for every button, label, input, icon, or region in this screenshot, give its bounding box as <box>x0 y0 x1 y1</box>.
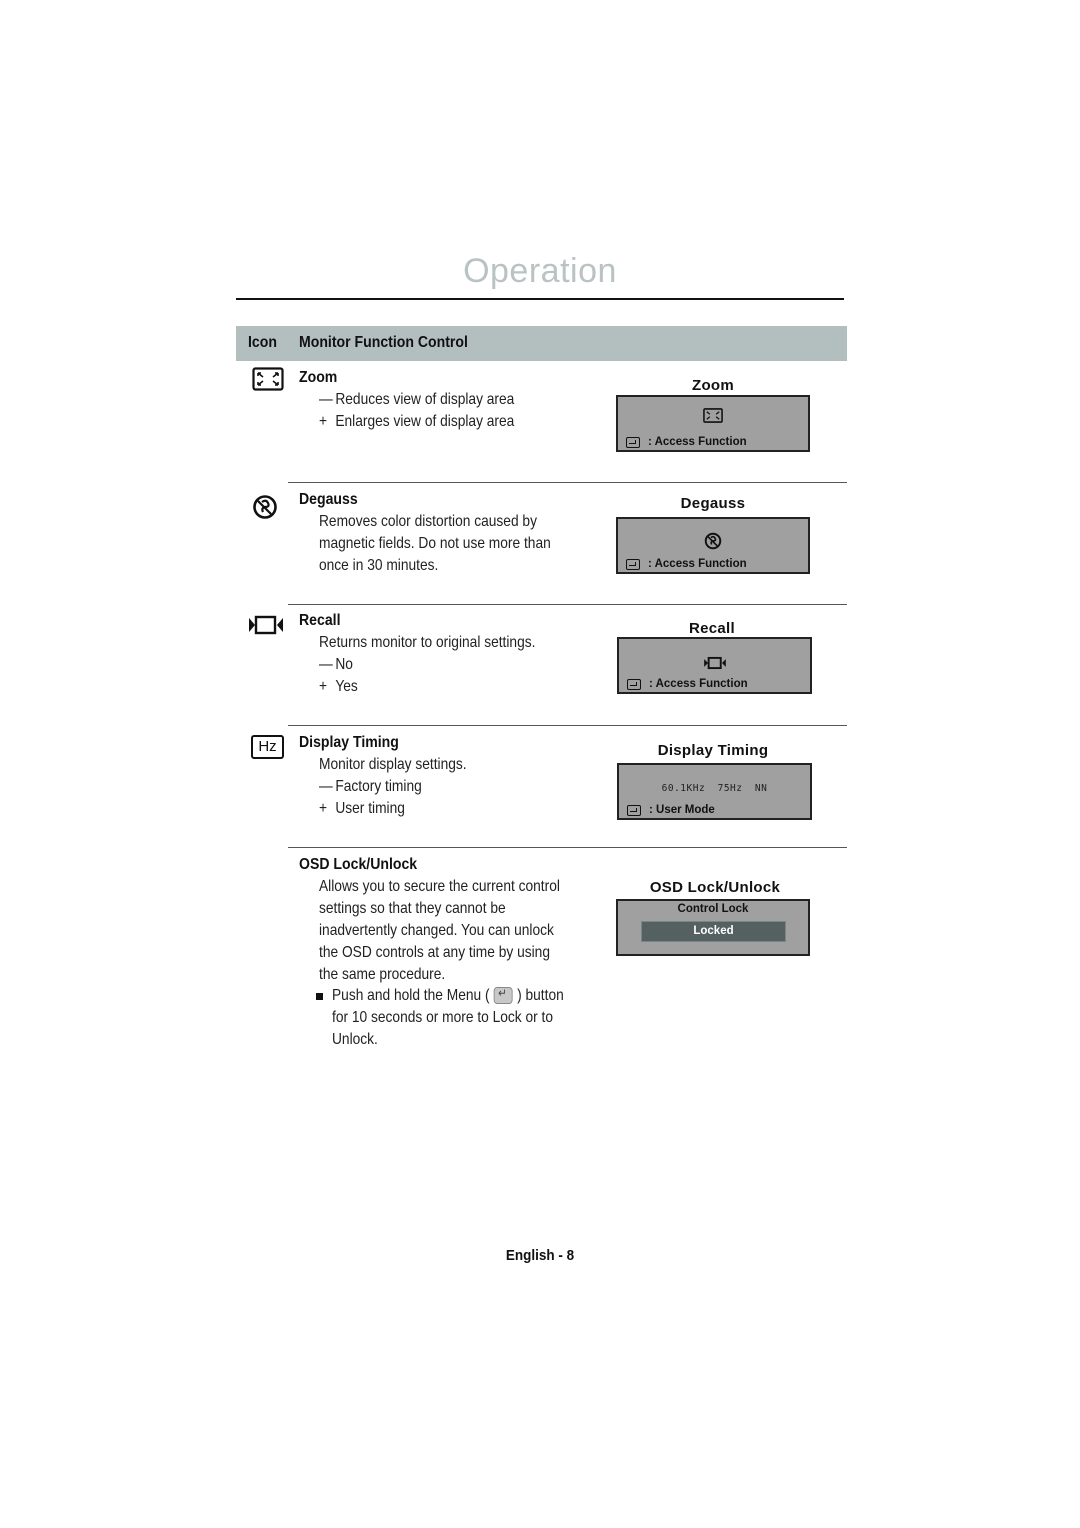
zoom-line-text: Enlarges view of display area <box>335 413 515 430</box>
degauss-icon <box>704 532 722 550</box>
osd-lock-osd-box: Control Lock Locked <box>616 899 810 956</box>
osd-lock-instruction: for 10 seconds or more to Lock or to <box>332 1009 554 1026</box>
hz-icon: Hz <box>251 735 284 759</box>
degauss-line: once in 30 minutes. <box>319 557 439 574</box>
plus-symbol: + <box>319 413 328 430</box>
osd-lock-line: settings so that they cannot be <box>319 900 506 917</box>
plus-symbol: + <box>319 800 328 817</box>
degauss-line: Removes color distortion caused by <box>319 513 537 530</box>
osd-lock-line: the OSD controls at any time by using <box>319 944 550 961</box>
osd-lock-line: Allows you to secure the current control <box>319 878 560 895</box>
zoom-line: + Enlarges view of display area <box>319 413 514 431</box>
zoom-icon <box>252 367 284 391</box>
control-lock-title: Control Lock <box>677 903 749 915</box>
zoom-title: Zoom <box>299 369 338 386</box>
timing-readout: 60.1KHz 75Hz NN <box>661 783 768 794</box>
degauss-osd-footer: : Access Function <box>626 558 747 570</box>
osd-footer-text: : Access Function <box>648 558 747 570</box>
table-header: Icon Monitor Function Control <box>236 326 847 361</box>
title-divider <box>236 298 844 300</box>
section-divider <box>288 604 847 605</box>
menu-button-icon <box>493 986 513 1005</box>
display-timing-osd-box: 60.1KHz 75Hz NN : User Mode <box>617 763 812 820</box>
display-timing-line: + User timing <box>319 800 405 818</box>
recall-osd-box: : Access Function <box>617 637 812 694</box>
zoom-line-text: Reduces view of display area <box>335 391 515 408</box>
bullet-icon <box>316 993 323 1000</box>
recall-line-text: Yes <box>335 678 358 695</box>
degauss-icon <box>253 495 277 519</box>
recall-title: Recall <box>299 612 341 629</box>
function-column-header: Monitor Function Control <box>299 334 468 351</box>
zoom-osd-label: Zoom <box>691 377 735 394</box>
recall-line: — No <box>319 656 353 674</box>
osd-footer-text: : User Mode <box>649 804 715 816</box>
osd-lock-osd-label: OSD Lock/Unlock <box>649 879 781 896</box>
minus-symbol: — <box>319 656 333 673</box>
minus-symbol: — <box>319 391 333 408</box>
recall-line: Returns monitor to original settings. <box>319 634 535 652</box>
zoom-osd-footer: : Access Function <box>626 436 747 448</box>
instruction-text: ) button <box>517 987 564 1004</box>
display-timing-line-text: User timing <box>335 800 405 817</box>
display-timing-line-text: Monitor display settings. <box>319 756 467 773</box>
recall-icon <box>249 615 283 635</box>
osd-lock-line: inadvertently changed. You can unlock <box>319 922 554 939</box>
zoom-icon <box>703 408 723 423</box>
icon-column-header: Icon <box>248 334 277 351</box>
page-footer: English - 8 <box>505 1247 575 1264</box>
osd-lock-instruction: Push and hold the Menu ( ) button <box>332 986 564 1005</box>
section-divider <box>288 847 847 848</box>
recall-line-text: Returns monitor to original settings. <box>319 634 536 651</box>
enter-key-icon <box>626 558 640 570</box>
section-divider <box>288 482 847 483</box>
display-timing-osd-label: Display Timing <box>657 742 769 759</box>
zoom-line: — Reduces view of display area <box>319 391 514 409</box>
zoom-osd-box: : Access Function <box>616 395 810 452</box>
minus-symbol: — <box>319 778 333 795</box>
display-timing-osd-footer: : User Mode <box>627 804 715 816</box>
display-timing-title: Display Timing <box>299 734 399 751</box>
recall-osd-label: Recall <box>689 620 735 637</box>
recall-icon <box>703 656 726 670</box>
degauss-title: Degauss <box>299 491 358 508</box>
display-timing-line-text: Factory timing <box>335 778 422 795</box>
osd-footer-text: : Access Function <box>649 678 748 690</box>
page-title: Operation <box>463 252 617 290</box>
plus-symbol: + <box>319 678 328 695</box>
display-timing-line: — Factory timing <box>319 778 422 796</box>
degauss-line: magnetic fields. Do not use more than <box>319 535 551 552</box>
instruction-text: Push and hold the Menu ( <box>332 987 490 1004</box>
osd-footer-text: : Access Function <box>648 436 747 448</box>
recall-line: + Yes <box>319 678 358 696</box>
recall-osd-footer: : Access Function <box>627 678 748 690</box>
osd-lock-instruction: Unlock. <box>332 1031 378 1048</box>
osd-lock-line: the same procedure. <box>319 966 446 983</box>
osd-lock-title: OSD Lock/Unlock <box>299 856 418 873</box>
degauss-osd-box: : Access Function <box>616 517 810 574</box>
lock-state-badge: Locked <box>641 921 786 942</box>
enter-key-icon <box>627 678 641 690</box>
section-divider <box>288 725 847 726</box>
enter-key-icon <box>627 804 641 816</box>
degauss-osd-label: Degauss <box>680 495 746 512</box>
enter-key-icon <box>626 436 640 448</box>
recall-line-text: No <box>335 656 353 673</box>
display-timing-line: Monitor display settings. <box>319 756 467 774</box>
